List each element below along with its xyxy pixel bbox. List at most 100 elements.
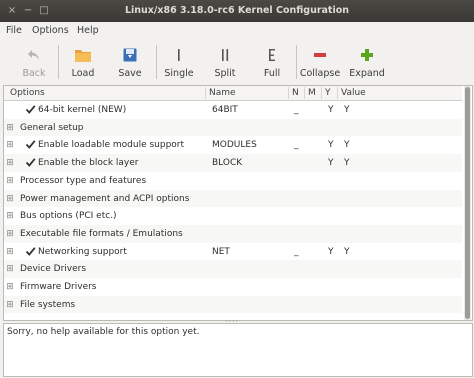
save-label: Save [118, 68, 142, 79]
column-header-n[interactable]: N [292, 88, 299, 98]
expander-icon[interactable]: ⊞ [6, 300, 14, 309]
value-cell: Y [344, 158, 350, 169]
y-state: Y [328, 105, 334, 115]
column-divider[interactable] [304, 87, 305, 99]
tree-row[interactable]: 64-bit kernel (NEW) 64BIT _ Y Y [4, 101, 462, 119]
menu-file[interactable]: File [6, 25, 22, 36]
load-button[interactable]: Load [64, 42, 102, 82]
menu-bar: File Options Help [0, 22, 474, 40]
value-cell: Y [344, 140, 350, 151]
column-divider[interactable] [321, 87, 322, 99]
n-state: _ [294, 140, 299, 151]
back-button[interactable]: Back [16, 42, 52, 82]
expand-button[interactable]: Expand [347, 42, 387, 82]
single-view-icon [178, 49, 180, 61]
help-panel: Sorry, no help available for this option… [3, 323, 473, 377]
menu-help[interactable]: Help [77, 25, 99, 36]
expander-icon[interactable]: ⊞ [6, 247, 14, 256]
checkbox-checked-icon[interactable] [25, 246, 36, 257]
toolbar-separator [58, 45, 59, 79]
split-view-icon [222, 49, 229, 61]
single-view-button[interactable]: Single [160, 42, 198, 82]
save-button[interactable]: Save [112, 42, 148, 82]
symbol-name: MODULES [212, 140, 257, 151]
expander-icon[interactable]: ⊞ [6, 141, 14, 150]
toolbar: Back Load Save Single Split Full Collaps… [0, 40, 474, 84]
single-label: Single [164, 68, 194, 79]
n-state: _ [294, 246, 299, 257]
option-label: Enable loadable module support [38, 140, 185, 151]
main-window: × − □ Linux/x86 3.18.0-rc6 Kernel Config… [0, 0, 474, 378]
expander-icon[interactable]: ⊞ [6, 123, 14, 132]
checkbox-checked-icon[interactable] [25, 104, 36, 115]
folder-icon [75, 50, 91, 62]
tree-row[interactable]: ⊞ Bus options (PCI etc.) [4, 207, 462, 225]
vertical-scrollbar[interactable] [464, 86, 471, 320]
column-divider[interactable] [337, 87, 338, 99]
expander-icon[interactable]: ⊞ [6, 212, 14, 221]
expand-plus-icon [361, 49, 373, 61]
collapse-minus-icon [314, 53, 326, 57]
symbol-name: 64BIT [212, 105, 238, 115]
column-header-value[interactable]: Value [341, 88, 366, 98]
tree-row[interactable]: ⊞ Executable file formats / Emulations [4, 224, 462, 243]
split-view-button[interactable]: Split [207, 42, 243, 82]
y-state: Y [328, 246, 334, 257]
full-label: Full [263, 68, 281, 79]
expander-icon[interactable]: ⊞ [6, 283, 14, 292]
expander-icon[interactable]: ⊞ [6, 159, 14, 168]
option-label: Executable file formats / Emulations [20, 228, 183, 239]
tree-row[interactable]: ⊞ Device Drivers [4, 260, 462, 278]
window-title: Linux/x86 3.18.0-rc6 Kernel Configuratio… [124, 5, 350, 16]
option-label: Enable the block layer [38, 158, 139, 169]
tree-row[interactable]: ⊞ Firmware Drivers [4, 278, 462, 296]
load-label: Load [71, 68, 95, 79]
checkbox-checked-icon[interactable] [25, 157, 36, 168]
column-divider[interactable] [288, 87, 289, 99]
options-tree[interactable]: Options Name N M Y Value 64-bit kernel (… [3, 85, 473, 321]
tree-row[interactable]: ⊞ Power management and ACPI options [4, 189, 462, 208]
scrollbar-thumb[interactable] [465, 87, 470, 319]
expander-icon[interactable]: ⊞ [6, 229, 14, 238]
tree-row[interactable]: ⊞ Enable loadable module support MODULES _ Y… [4, 136, 462, 154]
tree-row[interactable]: ⊞ File systems [4, 295, 462, 314]
title-bar[interactable]: × − □ Linux/x86 3.18.0-rc6 Kernel Config… [0, 0, 474, 22]
column-header-m[interactable]: M [308, 88, 316, 98]
value-cell: Y [344, 105, 350, 115]
column-header-name[interactable]: Name [209, 88, 236, 98]
collapse-label: Collapse [299, 68, 341, 79]
option-label: Power management and ACPI options [20, 193, 190, 204]
option-label: Device Drivers [20, 264, 87, 275]
tree-header: Options Name N M Y Value [4, 86, 462, 101]
expander-icon[interactable]: ⊞ [6, 265, 14, 274]
checkbox-checked-icon[interactable] [25, 139, 36, 150]
tree-row[interactable]: ⊞ General setup [4, 118, 462, 137]
column-header-options[interactable]: Options [10, 88, 45, 98]
back-label: Back [22, 68, 46, 79]
menu-options[interactable]: Options [32, 25, 69, 36]
split-label: Split [214, 68, 236, 79]
column-divider[interactable] [205, 87, 206, 99]
y-state: Y [328, 140, 334, 151]
toolbar-separator [296, 45, 297, 79]
full-view-icon [269, 49, 275, 61]
collapse-button[interactable]: Collapse [298, 42, 342, 82]
toolbar-separator [156, 45, 157, 79]
expander-icon[interactable]: ⊞ [6, 176, 14, 185]
full-view-button[interactable]: Full [254, 42, 290, 82]
save-icon [123, 48, 137, 62]
symbol-name: NET [212, 246, 230, 257]
expander-icon[interactable]: ⊞ [6, 194, 14, 203]
tree-row[interactable]: ⊞ Enable the block layer BLOCK Y Y [4, 154, 462, 172]
option-label: Processor type and features [20, 175, 147, 186]
tree-row[interactable]: ⊞ Processor type and features [4, 172, 462, 190]
option-label: File systems [20, 299, 76, 310]
option-label: Bus options (PCI etc.) [20, 211, 117, 222]
option-label: Networking support [38, 246, 127, 257]
option-label: Firmware Drivers [20, 282, 97, 292]
value-cell: Y [344, 246, 350, 257]
column-header-y[interactable]: Y [325, 88, 331, 98]
expand-label: Expand [349, 68, 385, 79]
option-label: General setup [20, 122, 84, 133]
tree-row[interactable]: ⊞ Networking support NET _ Y Y [4, 243, 462, 261]
